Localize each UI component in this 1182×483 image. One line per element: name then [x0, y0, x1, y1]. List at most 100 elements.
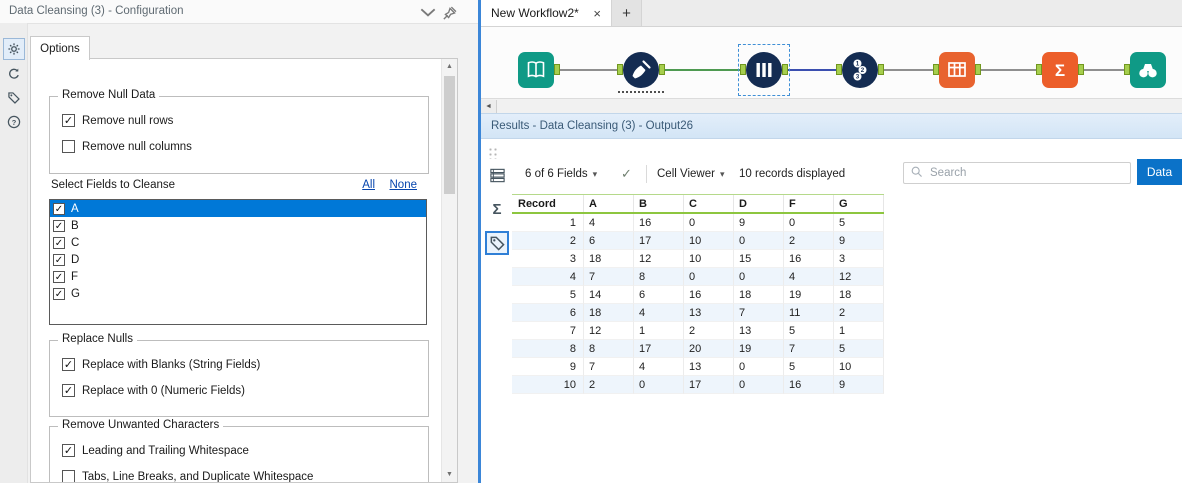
scroll-up-arrow[interactable]: ▲: [442, 59, 457, 74]
search-input[interactable]: [928, 166, 1124, 180]
value-cell: 0: [734, 232, 784, 250]
output-anchor[interactable]: [878, 64, 884, 75]
field-checkbox[interactable]: ✓: [53, 270, 65, 283]
broom-icon: [629, 58, 653, 82]
table-row[interactable]: 9 7 4 13 0 5 10: [512, 358, 884, 376]
checkbox[interactable]: ✓: [62, 384, 75, 397]
scroll-down-arrow[interactable]: ▼: [442, 467, 457, 482]
table-row[interactable]: 4 7 8 0 0 4 12: [512, 268, 884, 286]
table-row[interactable]: 3 18 12 10 15 16 3: [512, 250, 884, 268]
select-none-link[interactable]: None: [390, 179, 418, 191]
toolbar-separator: [646, 165, 647, 183]
tab-options[interactable]: Options: [30, 36, 90, 60]
columns-icon: [752, 58, 776, 82]
new-tab-button[interactable]: +: [612, 0, 642, 26]
search-box[interactable]: [903, 162, 1131, 184]
value-cell: 5: [834, 340, 884, 358]
data-cleansing-tool[interactable]: [623, 52, 659, 88]
data-button[interactable]: Data: [1137, 159, 1182, 185]
gear-icon[interactable]: [2, 38, 25, 60]
value-cell: 7: [584, 268, 634, 286]
output-anchor[interactable]: [1078, 64, 1084, 75]
checkbox[interactable]: [62, 140, 75, 153]
column-header-d[interactable]: D: [734, 195, 784, 212]
tag-icon[interactable]: [4, 88, 24, 108]
column-header-c[interactable]: C: [684, 195, 734, 212]
column-header-record[interactable]: Record: [512, 195, 584, 212]
table-row[interactable]: 7 12 1 2 13 5 1: [512, 322, 884, 340]
field-checkbox[interactable]: ✓: [53, 202, 65, 215]
field-row[interactable]: ✓ D: [50, 251, 426, 268]
record-cell: 6: [512, 304, 584, 322]
field-row[interactable]: ✓ C: [50, 234, 426, 251]
value-cell: 18: [834, 286, 884, 304]
value-cell: 18: [584, 250, 634, 268]
checkbox[interactable]: ✓: [62, 114, 75, 127]
sample-123-tool[interactable]: 123: [842, 52, 878, 88]
field-checkbox[interactable]: ✓: [53, 287, 65, 300]
cell-viewer-dropdown[interactable]: Cell Viewer ▾: [657, 163, 724, 185]
connection-wire: [560, 69, 617, 71]
select-table-tool[interactable]: [939, 52, 975, 88]
close-tab-icon[interactable]: ×: [585, 6, 601, 21]
canvas-horizontal-scrollbar[interactable]: ◄: [481, 98, 1182, 113]
field-checkbox[interactable]: ✓: [53, 253, 65, 266]
pin-icon[interactable]: [442, 6, 458, 20]
table-row[interactable]: 1 4 16 0 9 0 5: [512, 214, 884, 232]
checkbox-label: Leading and Trailing Whitespace: [82, 444, 249, 457]
apply-check-icon[interactable]: ✓: [621, 163, 632, 185]
data-cleansing-tool-2[interactable]: [738, 44, 790, 96]
value-cell: 10: [684, 250, 734, 268]
table-rows-icon[interactable]: [485, 163, 509, 187]
table-row[interactable]: 2 6 17 10 0 2 9: [512, 232, 884, 250]
field-checkbox[interactable]: ✓: [53, 236, 65, 249]
summarize-tool[interactable]: Σ: [1042, 52, 1078, 88]
output-anchor[interactable]: [554, 64, 560, 75]
checkbox[interactable]: [62, 470, 75, 482]
column-header-a[interactable]: A: [584, 195, 634, 212]
sigma-tool-icon: Σ: [1048, 58, 1072, 82]
drag-grip[interactable]: [488, 147, 499, 159]
value-cell: 2: [834, 304, 884, 322]
field-row[interactable]: ✓ F: [50, 268, 426, 285]
sigma-icon[interactable]: Σ: [485, 197, 509, 221]
field-checkbox[interactable]: ✓: [53, 219, 65, 232]
table-row[interactable]: 6 18 4 13 7 11 2: [512, 304, 884, 322]
column-header-f[interactable]: F: [784, 195, 834, 212]
select-all-link[interactable]: All: [362, 179, 375, 191]
help-icon[interactable]: ?: [4, 112, 24, 132]
value-cell: 17: [684, 376, 734, 394]
fields-listbox[interactable]: ✓ A ✓ B ✓ C ✓ D ✓ F ✓ G: [49, 199, 427, 325]
input-data-tool[interactable]: [518, 52, 554, 88]
workflow-canvas[interactable]: 123 Σ: [481, 27, 1182, 98]
chevron-down-icon[interactable]: [420, 6, 436, 19]
field-row[interactable]: ✓ G: [50, 285, 426, 302]
tab-new-workflow2[interactable]: New Workflow2* ×: [481, 0, 612, 26]
value-cell: 13: [684, 358, 734, 376]
fields-dropdown[interactable]: 6 of 6 Fields ▾: [525, 163, 597, 185]
table-row[interactable]: 10 2 0 17 0 16 9: [512, 376, 884, 394]
checkbox-row: Tabs, Line Breaks, and Duplicate Whitesp…: [62, 469, 313, 482]
scrollbar-thumb[interactable]: [444, 76, 455, 194]
scroll-left-arrow[interactable]: ◄: [481, 100, 497, 113]
checkbox[interactable]: ✓: [62, 358, 75, 371]
tag-icon[interactable]: [485, 231, 509, 255]
field-row[interactable]: ✓ B: [50, 217, 426, 234]
refresh-icon[interactable]: [4, 64, 24, 84]
checkbox-label: Replace with Blanks (String Fields): [82, 358, 261, 371]
config-scrollbar[interactable]: ▲ ▼: [441, 59, 457, 482]
checkbox[interactable]: ✓: [62, 444, 75, 457]
binoculars-icon: [1136, 58, 1160, 82]
column-header-g[interactable]: G: [834, 195, 884, 212]
table-row[interactable]: 8 8 17 20 19 7 5: [512, 340, 884, 358]
output-anchor[interactable]: [975, 64, 981, 75]
column-header-b[interactable]: B: [634, 195, 684, 212]
field-row[interactable]: ✓ A: [50, 200, 426, 217]
table-row[interactable]: 5 14 6 16 18 19 18: [512, 286, 884, 304]
replace-nulls-group: Replace Nulls ✓ Replace with Blanks (Stri…: [49, 333, 429, 417]
browse-tool[interactable]: [1130, 52, 1166, 88]
checkbox-label: Remove null rows: [82, 114, 174, 127]
record-cell: 2: [512, 232, 584, 250]
one-two-three-icon: 123: [848, 58, 872, 82]
output-anchor[interactable]: [659, 64, 665, 75]
